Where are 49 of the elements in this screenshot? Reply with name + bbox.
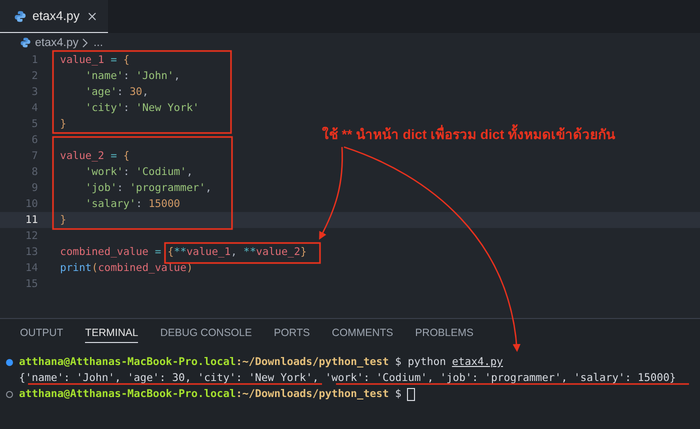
line-number: 6	[30, 134, 38, 146]
code-line: value_1 = {	[60, 54, 130, 66]
file-link[interactable]: etax4.py	[452, 356, 503, 368]
terminal-output: {'name': 'John', 'age': 30, 'city': 'New York', 'work': 'Codium', 'job': 'programmer', 'salary': 15000}	[19, 372, 676, 384]
line-number: 12	[24, 230, 38, 242]
breadcrumb-more[interactable]: ...	[93, 36, 104, 48]
python-file-icon	[14, 10, 26, 22]
panel-tab[interactable]: PORTS	[274, 325, 310, 343]
line-number: 10	[24, 198, 38, 210]
line-number: 5	[30, 118, 38, 130]
file-tab[interactable]: etax4.py	[0, 0, 108, 33]
code-line: value_2 = {	[60, 150, 130, 162]
code-line: 'city': 'New York'	[84, 102, 200, 114]
code-line: 'job': 'programmer',	[84, 182, 212, 194]
python-file-icon	[20, 37, 31, 48]
line-number: 13	[24, 246, 38, 258]
prompt-user: atthana@Atthanas-MacBook-Pro.local	[19, 356, 236, 368]
line-number: 7	[30, 150, 38, 162]
line-number: 14	[24, 262, 38, 274]
prompt-user: atthana@Atthanas-MacBook-Pro.local	[19, 388, 236, 400]
code-line: combined_value = {**value_1, **value_2}	[60, 246, 307, 258]
line-number: 3	[30, 86, 38, 98]
panel-tab[interactable]: COMMENTS	[332, 325, 394, 343]
line-number: 4	[30, 102, 38, 114]
code-line: 'age': 30,	[84, 86, 149, 98]
panel-tab[interactable]: TERMINAL	[85, 325, 138, 343]
panel-tab[interactable]: DEBUG CONSOLE	[160, 325, 252, 343]
line-number: 9	[30, 182, 38, 194]
prompt-path: :~/Downloads/python_test	[236, 356, 389, 368]
prompt-path: :~/Downloads/python_test	[236, 388, 389, 400]
breadcrumb-file[interactable]: etax4.py	[35, 36, 78, 48]
panel-tab[interactable]: PROBLEMS	[415, 325, 474, 343]
line-number: 11	[24, 214, 38, 226]
line-number: 1	[30, 54, 38, 66]
code-line: }	[60, 214, 66, 226]
code-line: 'salary': 15000	[84, 198, 180, 210]
code-line: 'name': 'John',	[84, 70, 180, 82]
line-number: 2	[30, 70, 38, 82]
line-number: 8	[30, 166, 38, 178]
code-line: 'work': 'Codium',	[84, 166, 193, 178]
line-number: 15	[24, 278, 38, 290]
annotation-text: ใช้ ** นำหน้า dict เพื่อรวม dict ทั้งหมดเข้าด้วยกัน	[322, 123, 616, 145]
code-line: print(combined_value)	[60, 262, 193, 274]
terminal-cursor	[407, 388, 416, 400]
chevron-right-icon	[82, 38, 90, 48]
command-text: $	[394, 388, 402, 400]
command-text: $ python	[394, 356, 446, 368]
code-line: }	[60, 118, 66, 130]
panel-tab[interactable]: OUTPUT	[20, 325, 64, 343]
